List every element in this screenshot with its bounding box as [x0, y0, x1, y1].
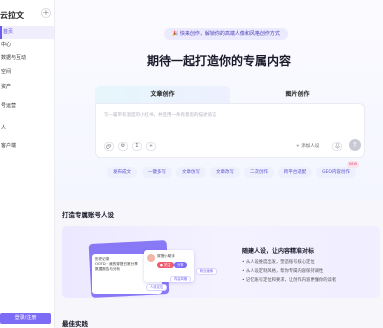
sidebar-item-account-ops[interactable]: 号运营 — [0, 100, 54, 113]
feature-title: 随建人设，让内容精准对标 — [242, 248, 315, 255]
prompt-card: 写一篇带有温度的小红书，并且用一条有意思的描述语言 ⚙ Σ + + 添加人设 ↑ — [95, 103, 365, 158]
sidebar-item-persona[interactable]: 人 — [0, 122, 54, 135]
tab-article-creation[interactable]: 文章创作 — [95, 86, 230, 103]
login-register-button[interactable]: 登录/注册 — [0, 313, 51, 324]
sidebar-item-assets[interactable]: 资产 — [0, 81, 54, 94]
settings-icon[interactable]: ⚙ — [118, 142, 128, 151]
mock-share-pill: 分享 — [174, 262, 187, 268]
mock-tag: 粉丝画像 — [196, 268, 218, 275]
feature-item: • 记忆账号定位和要求，让创作内容更懂你的读者 — [242, 278, 337, 283]
mock-tag: 人设定位 — [146, 284, 168, 291]
chip-cross-platform[interactable]: 跨平台适配 — [278, 167, 312, 178]
prompt-input[interactable]: 写一篇带有温度的小红书，并且用一条有意思的描述语言 — [104, 112, 217, 118]
feature-item: • 从人设定制风格，帮你专属内容保持调性 — [242, 269, 324, 274]
add-icon[interactable]: + — [146, 142, 156, 151]
new-item-button[interactable]: + — [41, 8, 51, 18]
attach-icon[interactable] — [104, 142, 114, 151]
chip-multi-write[interactable]: 一键多写 — [142, 167, 172, 178]
sidebar-item-data[interactable]: 数据与互动 — [0, 52, 54, 65]
chip-secondary-creation[interactable]: 二次创作 — [244, 167, 274, 178]
chip-rewrite[interactable]: 文章改写 — [210, 167, 240, 178]
persona-showcase-card[interactable]: 历史记录 OOTD · 我的穿搭日常分享 数据报告与分析 穿搭小助手 ● 关注 … — [62, 226, 380, 298]
mock-profile-name: 穿搭小助手 — [157, 254, 175, 258]
add-persona-button[interactable]: + 添加人设 — [296, 142, 319, 151]
chip-geo-content[interactable]: GEO内容创作 — [316, 167, 356, 178]
chip-imitate[interactable]: 文章仿写 — [176, 167, 206, 178]
promo-banner[interactable]: 🎉 快来创作，解锁你的高端人像和风格创作方式 — [164, 28, 288, 40]
sidebar-item-home[interactable]: 首页 — [0, 26, 54, 39]
mock-follow-pill: ● 关注 — [157, 262, 174, 268]
section-title-persona: 打造专属账号人设 — [62, 211, 114, 219]
new-badge: NEW — [347, 161, 359, 168]
sidebar-item-space[interactable]: 空间 — [0, 66, 54, 79]
sidebar: 云拉文 + 首页 中心 数据与互动 空间 资产 号运营 人 客户端 登录/注册 — [0, 0, 55, 328]
chip-publish-article[interactable]: 发布成文 — [107, 167, 137, 178]
avatar — [147, 254, 155, 262]
mock-tag: 内容风格 — [170, 276, 192, 283]
creation-tabs: 文章创作 图片创作 — [95, 86, 365, 103]
send-button[interactable]: ↑ — [349, 139, 361, 151]
mic-icon[interactable] — [332, 142, 342, 151]
section-title-best-practices: 最佳实践 — [62, 320, 88, 328]
page-headline: 期待一起打造你的专属内容 — [146, 54, 291, 68]
sidebar-item-center[interactable]: 中心 — [0, 39, 54, 52]
main-content: 🎉 快来创作，解锁你的高端人像和风格创作方式 期待一起打造你的专属内容 文章创作… — [55, 0, 383, 328]
app-logo: 云拉文 — [0, 11, 24, 20]
sigma-icon[interactable]: Σ — [132, 142, 142, 151]
sidebar-item-client[interactable]: 客户端 — [0, 140, 54, 153]
tab-image-creation[interactable]: 图片创作 — [230, 86, 365, 103]
feature-item: • 从人设维度出发，塑造账号核心定位 — [242, 260, 315, 265]
